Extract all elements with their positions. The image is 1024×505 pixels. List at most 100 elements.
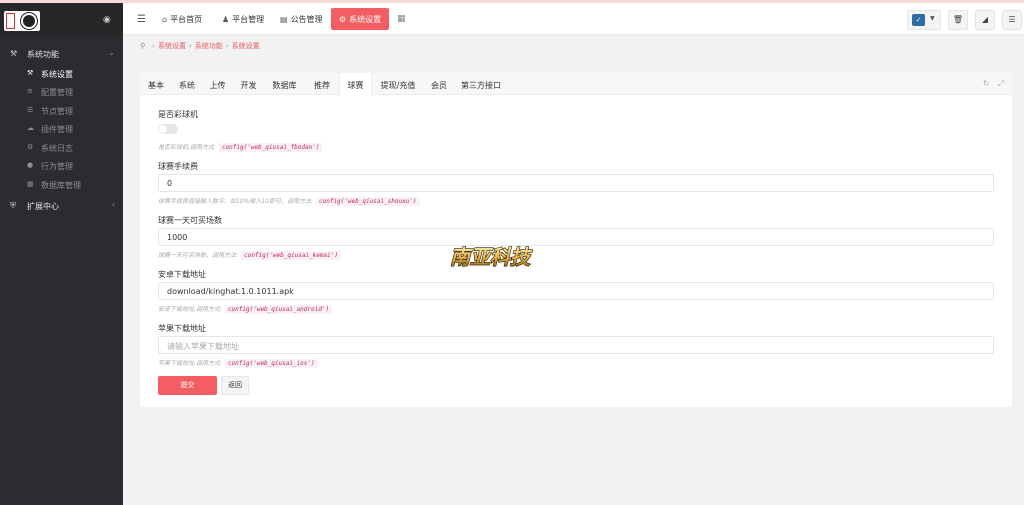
breadcrumb-item[interactable]: 系统设置	[232, 42, 260, 50]
gear-icon: ⚙	[339, 15, 347, 24]
tab-announcements[interactable]: ▤ 公告管理	[280, 8, 323, 30]
sidebar-group-extensions[interactable]: ⛨ 扩展中心 ‹	[0, 196, 123, 216]
home-icon: ⌂	[162, 15, 168, 24]
expand-icon: ◢	[981, 15, 989, 24]
tab-platform-manage[interactable]: ♟ 平台管理	[222, 8, 264, 30]
tab-recommend[interactable]: 推荐	[305, 73, 339, 95]
field-help: 安卓下载地址,调用方式: config('web_qiusai_android')	[158, 304, 333, 314]
field-label: 安卓下载地址	[158, 270, 206, 279]
lottery-toggle[interactable]	[158, 124, 178, 134]
sidebar-item-label: 系统设置	[41, 70, 73, 79]
tab-upload[interactable]: 上传	[202, 73, 233, 95]
field-label: 球赛手续费	[158, 162, 198, 171]
daily-match-limit-input[interactable]: 1000	[158, 228, 994, 246]
grid-icon[interactable]: ▦	[397, 14, 406, 24]
clear-cache-button[interactable]: 🗑	[948, 10, 968, 30]
tab-label: 平台首页	[170, 15, 203, 24]
sidebar: ◉ ⚒ 系统功能 ⌄ ⚒ 系统设置 ≡ 配置管理 ☰ 节点管理 ☁ 插件管理 ⚙…	[0, 3, 123, 505]
watermark-text: 南亚科技	[450, 245, 533, 269]
tab-match[interactable]: 球赛	[339, 73, 372, 96]
user-icon: ●	[27, 161, 34, 169]
field-label: 是否彩球机	[158, 110, 198, 119]
breadcrumb-separator: ›	[152, 42, 155, 50]
sidebar-item-database[interactable]: ▦ 数据库管理	[0, 176, 123, 194]
ios-download-input[interactable]: 请输入苹果下载地址	[158, 336, 994, 354]
android-download-input[interactable]: download/kinghat.1.0.1011.apk	[158, 282, 994, 300]
breadcrumb: ⚲ › 系统设置 › 系统功能 › 系统设置	[140, 41, 260, 53]
tab-platform-home[interactable]: ⌂ 平台首页	[162, 8, 202, 30]
sidebar-item-label: 行为管理	[41, 162, 73, 171]
menu-icon: ☰	[1008, 15, 1016, 24]
theme-drop-icon[interactable]: ◉	[103, 15, 111, 25]
breadcrumb-item[interactable]: 系统功能	[195, 42, 223, 50]
settings-tabbar: 基本 系统 上传 开发 数据库 推荐 球赛 提现/充值 会员 第三方接口 ↻ ⤢	[140, 73, 1012, 96]
card-icon: ▤	[280, 15, 288, 24]
sidebar-item-label: 插件管理	[41, 125, 73, 134]
top-header: ☰ ⌂ 平台首页 ♟ 平台管理 ▤ 公告管理 ⚙ 系统设置 ▦ ✓ ▼ 🗑 ◢ ☰	[123, 3, 1024, 35]
config-code: config('web_qiusai_ios')	[224, 359, 318, 368]
wrench-icon: ⚒	[10, 49, 18, 58]
sidebar-item-system-settings[interactable]: ⚒ 系统设置	[0, 65, 123, 83]
back-button[interactable]: 返回	[221, 376, 249, 395]
submit-button[interactable]: 提交	[158, 376, 217, 395]
tab-develop[interactable]: 开发	[233, 73, 264, 95]
chevron-left-icon: ‹	[111, 200, 115, 209]
database-icon: ▦	[27, 180, 34, 188]
tab-system-settings[interactable]: ⚙ 系统设置	[331, 8, 390, 30]
tab-system[interactable]: 系统	[172, 73, 202, 95]
field-label: 球赛一天可买场数	[158, 216, 222, 225]
tab-label: 系统设置	[349, 15, 382, 24]
user-menu-button[interactable]: ✓ ▼	[907, 10, 941, 30]
field-help: 球赛手续费直接输入数字，如10%输入10即可。调用方法: config('web_…	[158, 196, 420, 206]
refresh-icon[interactable]: ↻	[983, 79, 990, 88]
sidebar-item-label: 数据库管理	[41, 181, 81, 190]
more-menu-button[interactable]: ☰	[1002, 10, 1022, 30]
sidebar-item-behavior[interactable]: ● 行为管理	[0, 157, 123, 175]
location-pin-icon: ⚲	[140, 42, 146, 50]
fullscreen-button[interactable]: ◢	[975, 10, 995, 30]
breadcrumb-item[interactable]: 系统设置	[158, 42, 186, 50]
cloud-icon: ☁	[27, 124, 34, 132]
soccer-ball-icon	[21, 13, 37, 29]
logo-bar: ◉	[0, 3, 123, 37]
sidebar-group-label: 扩展中心	[27, 202, 59, 211]
wrench-icon: ⚒	[27, 69, 34, 77]
logo[interactable]	[4, 11, 40, 31]
tab-tools: ↻ ⤢	[975, 79, 1004, 89]
tab-withdraw-recharge[interactable]: 提现/充值	[372, 73, 424, 95]
breadcrumb-separator: ›	[188, 42, 192, 50]
user-icon: ♟	[222, 15, 230, 24]
config-code: config('web_qiusai_shouxu')	[316, 197, 420, 206]
chevron-down-icon: ⌄	[108, 48, 115, 57]
watermark-logo: 南亚科技	[449, 244, 533, 269]
tab-label: 公告管理	[290, 15, 323, 24]
trash-icon: 🗑	[952, 15, 964, 24]
field-help: 是否彩球机,调用方式: config('web_qiusai_fbodan')	[158, 142, 323, 152]
sidebar-group-label: 系统功能	[27, 50, 59, 59]
sidebar-item-config[interactable]: ≡ 配置管理	[0, 83, 123, 101]
settings-panel: 基本 系统 上传 开发 数据库 推荐 球赛 提现/充值 会员 第三方接口 ↻ ⤢ …	[140, 73, 1012, 407]
sidebar-item-label: 系统日志	[41, 144, 73, 153]
field-label: 苹果下载地址	[158, 324, 206, 333]
sidebar-item-label: 配置管理	[41, 88, 73, 97]
tab-label: 平台管理	[232, 15, 265, 24]
match-fee-input[interactable]: 0	[158, 174, 994, 192]
sidebar-item-nodes[interactable]: ☰ 节点管理	[0, 102, 123, 120]
tab-basic[interactable]: 基本	[140, 73, 172, 95]
field-help: 球赛一天可买场数，调用方法: config('web_qiusai_kemai')	[158, 250, 341, 260]
tab-database[interactable]: 数据库	[264, 73, 305, 95]
sidebar-group-system[interactable]: ⚒ 系统功能 ⌄	[0, 44, 123, 64]
logo-figure	[6, 13, 15, 29]
sidebar-item-plugins[interactable]: ☁ 插件管理	[0, 120, 123, 138]
shield-icon: ⛨	[10, 201, 16, 210]
config-code: config('web_qiusai_fbodan')	[218, 143, 323, 152]
tab-third-party[interactable]: 第三方接口	[454, 73, 508, 95]
sidebar-item-label: 节点管理	[41, 107, 73, 116]
menu-toggle-icon[interactable]: ☰	[137, 14, 146, 25]
sidebar-item-logs[interactable]: ⚙ 系统日志	[0, 139, 123, 157]
expand-icon[interactable]: ⤢	[998, 79, 1004, 88]
config-code: config('web_qiusai_kemai')	[241, 251, 341, 260]
list-icon: ☰	[27, 106, 34, 114]
config-code: config('web_qiusai_android')	[224, 305, 333, 314]
tab-member[interactable]: 会员	[424, 73, 454, 95]
